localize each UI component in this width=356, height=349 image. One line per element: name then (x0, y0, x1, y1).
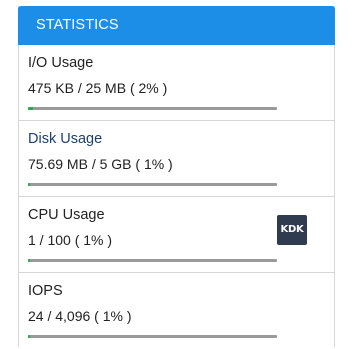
stat-disk-usage[interactable]: Disk Usage 75.69 MB / 5 GB ( 1% ) (19, 121, 334, 197)
stat-value: 1 / 100 ( 1% ) (28, 232, 113, 248)
stat-title-link[interactable]: Disk Usage (28, 131, 102, 147)
panel-title: STATISTICS (36, 17, 119, 33)
usage-progress-fill (28, 107, 33, 110)
stat-value: 24 / 4,096 ( 1% ) (28, 308, 132, 324)
usage-progress-fill (28, 183, 31, 186)
stat-title: IOPS (28, 283, 63, 299)
usage-progress-fill (28, 335, 31, 338)
usage-progress-fill (28, 259, 31, 262)
stat-title: CPU Usage (28, 207, 105, 223)
stat-title: I/O Usage (28, 55, 94, 71)
usage-progress-bar (28, 259, 277, 262)
usage-progress-bar (28, 335, 277, 338)
usage-progress-bar (28, 183, 277, 186)
stat-io-usage: I/O Usage 475 KB / 25 MB ( 2% ) (19, 45, 334, 121)
stat-value: 75.69 MB / 5 GB ( 1% ) (28, 156, 173, 172)
stat-iops: IOPS 24 / 4,096 ( 1% ) (19, 273, 334, 349)
kdk-badge-icon[interactable]: KDK (277, 215, 307, 245)
usage-progress-bar (28, 107, 277, 110)
panel-header: STATISTICS (18, 6, 335, 45)
stat-value: 475 KB / 25 MB ( 2% ) (28, 80, 168, 96)
